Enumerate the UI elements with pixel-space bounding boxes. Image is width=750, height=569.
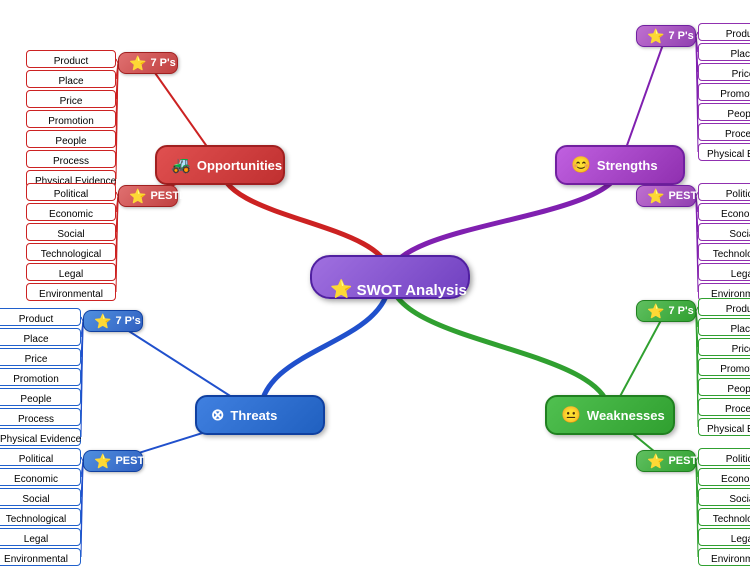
group-pestle-opp: ⭐PESTLE — [118, 185, 178, 207]
leaf-opp-7ps-2: Price — [26, 90, 116, 108]
leaf-opp-pestle-5: Environmental — [26, 283, 116, 301]
group-7ps-wk: ⭐7 P's — [636, 300, 696, 322]
leaf-thr-pestle-3: Technological — [0, 508, 81, 526]
leaf-opp-7ps-3: Promotion — [26, 110, 116, 128]
leaf-str-pestle-3: Technological — [698, 243, 750, 261]
leaf-thr-7ps-6: Physical Evidence — [0, 428, 81, 446]
group-7ps-opp: ⭐7 P's — [118, 52, 178, 74]
leaf-wk-7ps-0: Product — [698, 298, 750, 316]
quad-opp: 🚜Opportunities — [155, 145, 285, 185]
leaf-str-7ps-6: Physical Evidence — [698, 143, 750, 161]
leaf-str-7ps-2: Price — [698, 63, 750, 81]
leaf-wk-pestle-4: Legal — [698, 528, 750, 546]
leaf-wk-pestle-2: Social — [698, 488, 750, 506]
group-pestle-thr: ⭐PESTLE — [83, 450, 143, 472]
leaf-str-pestle-0: Political — [698, 183, 750, 201]
leaf-str-pestle-1: Economic — [698, 203, 750, 221]
leaf-thr-7ps-1: Place — [0, 328, 81, 346]
leaf-wk-pestle-3: Technological — [698, 508, 750, 526]
leaf-thr-7ps-3: Promotion — [0, 368, 81, 386]
leaf-str-7ps-3: Promotion — [698, 83, 750, 101]
leaf-opp-pestle-2: Social — [26, 223, 116, 241]
leaf-wk-7ps-5: Process — [698, 398, 750, 416]
group-pestle-str: ⭐PESTLE — [636, 185, 696, 207]
leaf-wk-7ps-6: Physical Evidence — [698, 418, 750, 436]
leaf-str-7ps-5: Process — [698, 123, 750, 141]
leaf-opp-7ps-1: Place — [26, 70, 116, 88]
leaf-str-7ps-1: Place — [698, 43, 750, 61]
leaf-opp-pestle-4: Legal — [26, 263, 116, 281]
leaf-thr-pestle-4: Legal — [0, 528, 81, 546]
leaf-thr-pestle-0: Political — [0, 448, 81, 466]
quad-thr: ⊗Threats — [195, 395, 325, 435]
leaf-opp-pestle-3: Technological — [26, 243, 116, 261]
leaf-opp-7ps-5: Process — [26, 150, 116, 168]
leaf-thr-7ps-2: Price — [0, 348, 81, 366]
leaf-wk-pestle-1: Economic — [698, 468, 750, 486]
leaf-str-pestle-2: Social — [698, 223, 750, 241]
leaf-str-7ps-0: Product — [698, 23, 750, 41]
leaf-thr-pestle-5: Environmental — [0, 548, 81, 566]
leaf-thr-7ps-0: Product — [0, 308, 81, 326]
leaf-str-7ps-4: People — [698, 103, 750, 121]
leaf-opp-pestle-1: Economic — [26, 203, 116, 221]
leaf-wk-7ps-4: People — [698, 378, 750, 396]
leaf-opp-pestle-0: Political — [26, 183, 116, 201]
group-7ps-str: ⭐7 P's — [636, 25, 696, 47]
center-node: ⭐ SWOT Analysis — [310, 255, 470, 299]
leaf-thr-7ps-5: Process — [0, 408, 81, 426]
leaf-wk-7ps-2: Price — [698, 338, 750, 356]
quad-wk: 😐Weaknesses — [545, 395, 675, 435]
leaf-thr-pestle-1: Economic — [0, 468, 81, 486]
leaf-wk-7ps-3: Promotion — [698, 358, 750, 376]
leaf-wk-7ps-1: Place — [698, 318, 750, 336]
leaf-thr-pestle-2: Social — [0, 488, 81, 506]
leaf-wk-pestle-5: Environmental — [698, 548, 750, 566]
leaf-opp-7ps-4: People — [26, 130, 116, 148]
group-pestle-wk: ⭐PESTLE — [636, 450, 696, 472]
group-7ps-thr: ⭐7 P's — [83, 310, 143, 332]
leaf-wk-pestle-0: Political — [698, 448, 750, 466]
leaf-str-pestle-4: Legal — [698, 263, 750, 281]
leaf-opp-7ps-0: Product — [26, 50, 116, 68]
quad-str: 😊Strengths — [555, 145, 685, 185]
mind-map: ⭐ SWOT Analysis🚜Opportunities⭐7 P'sProdu… — [0, 0, 750, 557]
leaf-thr-7ps-4: People — [0, 388, 81, 406]
